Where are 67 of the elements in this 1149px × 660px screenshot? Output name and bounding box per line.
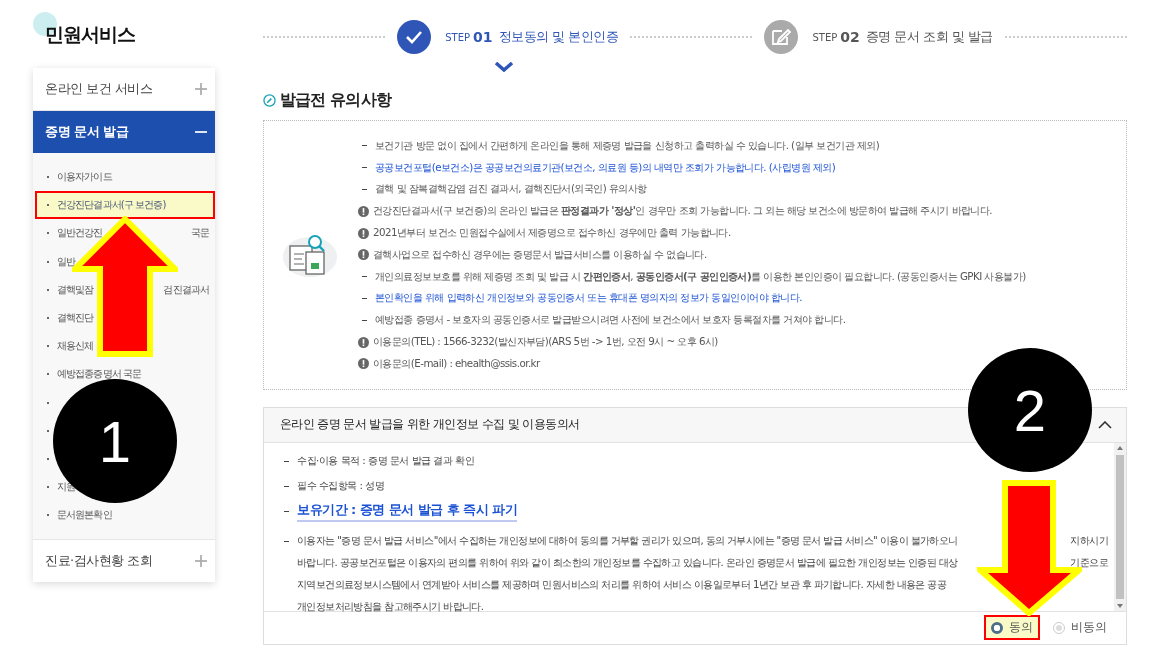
- menu-item[interactable]: 건강진단결과서(구 보건증): [35, 191, 215, 220]
- menu-item[interactable]: 국문: [190, 226, 209, 241]
- exclamation-icon: [358, 358, 369, 370]
- notice-text: 개인의료정보보호를 위해 제증명 조회 및 발급 시 간편인증서, 공동인증서(구 공인인증서)를 이용한 본인인증이 필요합니다. (공동인증서는 GPKI 사용불가): [375, 269, 1026, 284]
- menu-section[interactable]: 증명 문서 발급: [33, 110, 215, 153]
- radio-option[interactable]: 비동의: [1046, 615, 1114, 641]
- exclamation-icon: [358, 205, 369, 217]
- menu-section[interactable]: 진료·검사현황 조회: [33, 539, 215, 583]
- dash-icon: [284, 460, 289, 462]
- agreement-text: 수집·이용 목적 : 증명 문서 발급 결과 확인: [297, 454, 475, 469]
- radio-option[interactable]: 동의: [984, 615, 1040, 641]
- notice-text: 결핵사업으로 접수하신 경우에는 증명문서 발급서비스를 이용하실 수 없습니다.: [373, 247, 707, 262]
- menu-item[interactable]: 이용자가이드: [57, 170, 112, 185]
- menu-item[interactable]: 문서원본확인: [57, 508, 112, 523]
- notice-text: 본인확인을 위해 입력하신 개인정보와 공동인증서 또는 휴대폰 명의자의 정보가 동일인이어야 합니다.: [375, 291, 802, 306]
- dash-icon: [362, 276, 367, 278]
- plus-icon: [195, 555, 207, 568]
- notice-text: 건강진단결과서(구 보건증)의 온라인 발급은 판정결과가 '정상'인 경우만 조회 가능합니다. 그 외는 해당 보건소에 방문하여 발급해 주시기 바랍니다.: [373, 204, 993, 219]
- step-indicator: STEP 02 증명 문서 조회 및 발급: [764, 20, 993, 54]
- scroll-up-icon[interactable]: [1117, 445, 1123, 450]
- menu-item[interactable]: 결핵진단: [57, 311, 94, 326]
- agreement-text: 필수 수집항목 : 성명: [297, 479, 385, 494]
- agreement-title: 온라인 증명 문서 발급을 위한 개인정보 수집 및 이용동의서: [280, 416, 580, 434]
- notice-text: 이용문의(E-mail) : ehealth@ssis.or.kr: [373, 356, 540, 371]
- plus-icon: [195, 83, 207, 95]
- notice-text: 예방접종 증명서 - 보호자의 공동인증서로 발급받으시려면 사전에 보건소에서 보호자 등록절차를 거쳐야 합니다.: [375, 313, 846, 328]
- exclamation-icon: [358, 227, 369, 239]
- dash-icon: [362, 167, 367, 169]
- menu-item[interactable]: 결핵및잠: [57, 282, 94, 297]
- notice-text: 보건기관 방문 없이 집에서 간편하게 온라인을 통해 제증명 발급을 신청하고 출력하실 수 있습니다. (일부 보건기관 제외): [375, 138, 880, 153]
- agreement-text: 기준으로: [1070, 555, 1108, 570]
- notice-text: 결핵 및 잠복결핵감염 검진 결과서, 결핵진단서(외국인) 유의사항: [375, 182, 647, 197]
- agreement-text: 개인정보처리방침을 참고해주시기 바랍니다.: [297, 599, 484, 614]
- notice-text: 이용문의(TEL) : 1566-3232(발신자부담)(ARS 5번 -> 1번, 오전 9시 ~ 오후 6시): [373, 335, 718, 350]
- agreement-text: 보유기간 : 증명 문서 발급 후 즉시 파기: [297, 500, 518, 522]
- chevron-down-icon: [494, 62, 515, 72]
- section-heading: 발급전 유의사항: [280, 90, 391, 111]
- exclamation-icon: [358, 249, 369, 261]
- check-icon: [397, 20, 432, 54]
- number-badge: 2: [968, 348, 1092, 472]
- notice-text: 공공보건포털(e보건소)은 공공보건의료기관(보건소, 의료원 등)의 내역만 조회가 가능합니다. (사립병원 제외): [375, 160, 836, 175]
- menu-item[interactable]: 검진결과서: [163, 282, 209, 297]
- sidebar-title: 민원서비스: [45, 22, 136, 47]
- dash-icon: [284, 485, 289, 487]
- menu-item[interactable]: 일반건강진: [57, 226, 103, 241]
- step-indicator: STEP 01 정보동의 및 본인인증: [397, 20, 619, 54]
- menu-item[interactable]: 일반: [57, 254, 76, 269]
- dash-icon: [284, 510, 289, 512]
- pencil-icon: [263, 94, 276, 107]
- dash-icon: [284, 540, 289, 542]
- scroll-down-icon[interactable]: [1117, 603, 1123, 608]
- menu-section[interactable]: 온라인 보건 서비스: [33, 68, 215, 110]
- agreement-text: 바랍니다. 공공보건포털은 이용자의 편의를 위하여 위와 같이 최소한의 개인정보를 수집하고 있습니다. 온라인 증명문서 발급에 필요한 개인정보는 인증된 대상: [297, 555, 958, 570]
- dash-icon: [362, 188, 367, 191]
- menu-item[interactable]: 채용신체: [57, 339, 94, 354]
- dash-icon: [362, 297, 367, 300]
- agreement-text: 이용자는 "증명 문서 발급 서비스"에서 수집하는 개인정보에 대하여 동의를 거부할 권리가 있으며, 동의 거부시에는 "증명 문서 발급 서비스" 이용이 불가하오니: [297, 533, 958, 548]
- edit-icon: [764, 20, 799, 54]
- notice-text: 2021년부터 보건소 민원접수실에서 제증명으로 접수하신 경우에만 출력 가능합니다.: [373, 226, 731, 241]
- chevron-up-icon[interactable]: [1098, 420, 1112, 429]
- exclamation-icon: [358, 336, 369, 348]
- agreement-text: 지역보건의료정보시스템에서 연계받아 서비스를 제공하며 민원서비스의 처리를 위하여 서비스 이용일로부터 1년간 보관 후 파기합니다. 자세한 내용은 공공: [297, 577, 947, 592]
- menu-item[interactable]: 예방접종증명서 국문: [57, 367, 142, 382]
- agreement-text: 지하시기: [1070, 533, 1108, 548]
- dash-icon: [362, 319, 367, 321]
- scrollbar[interactable]: [1114, 442, 1126, 611]
- dash-icon: [362, 145, 367, 147]
